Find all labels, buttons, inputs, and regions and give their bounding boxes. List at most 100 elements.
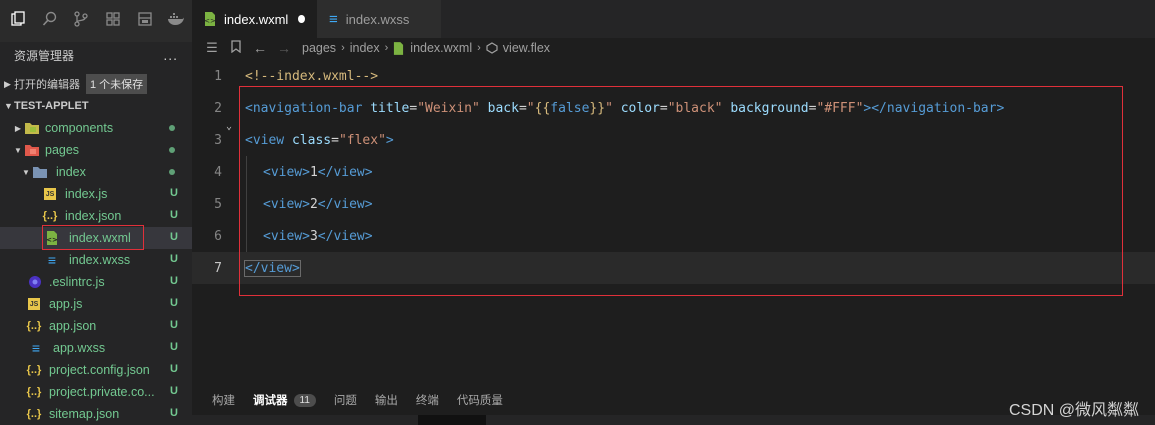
subtab-placeholder[interactable] [242, 415, 418, 425]
search-activity-button[interactable] [34, 6, 66, 36]
untracked-status: U [170, 253, 178, 265]
untracked-status: U [170, 341, 178, 353]
symbol-icon [486, 42, 498, 54]
cloud-activity-button[interactable] [129, 6, 161, 36]
tree-item-index-json[interactable]: {..} index.json U [0, 205, 192, 227]
extensions-activity-button[interactable] [97, 6, 129, 36]
tab-code-quality[interactable]: 代码质量 [457, 392, 503, 408]
svg-text:<>: <> [204, 17, 216, 25]
subtab-placeholder[interactable] [192, 415, 242, 425]
tree-item-label: pages [45, 143, 80, 157]
activity-bar [0, 0, 192, 42]
extensions-icon [105, 11, 121, 32]
json-file-icon: {..} [42, 210, 58, 222]
tab-index-wxss[interactable]: ≡ index.wxss [317, 0, 441, 38]
more-actions-button[interactable]: ... [163, 47, 178, 63]
tree-item-index-wxml[interactable]: <> index.wxml U [0, 225, 192, 250]
untracked-status: U [170, 385, 178, 397]
editor-area: <> index.wxml ≡ index.wxss ☰ ← → pages ›… [192, 0, 1155, 425]
fold-chevron-icon[interactable]: ⌄ [226, 121, 232, 132]
untracked-status: U [170, 187, 178, 199]
tree-item-eslintrc[interactable]: .eslintrc.js U [0, 271, 192, 293]
wxss-file-icon: ≡ [329, 10, 338, 28]
chevron-right-icon: ▶ [14, 123, 22, 133]
source-control-icon [73, 10, 89, 32]
line-number: 6 [214, 228, 222, 244]
chevron-right-icon: › [384, 42, 389, 54]
docker-activity-button[interactable] [160, 6, 192, 36]
tree-item-label: sitemap.json [49, 407, 120, 421]
line-number: 4 [214, 164, 222, 180]
breadcrumb-item[interactable]: index.wxml [410, 41, 472, 55]
tree-item-label: project.config.json [49, 363, 150, 377]
list-icon[interactable]: ☰ [200, 40, 224, 56]
js-file-icon: JS [28, 298, 40, 310]
tab-debugger[interactable]: 调试器 11 [253, 392, 316, 408]
modified-dot [169, 147, 175, 153]
tree-item-index-folder[interactable]: ▼ index [0, 161, 192, 183]
tab-index-wxml[interactable]: <> index.wxml [192, 0, 317, 38]
sidebar: 资源管理器 ... ▶ 打开的编辑器 1 个未保存 ▼ TEST-APPLET … [0, 0, 192, 425]
source-control-activity-button[interactable] [65, 6, 97, 36]
chevron-right-icon: › [477, 42, 481, 54]
project-name: TEST-APPLET [14, 100, 89, 112]
chevron-down-icon: ▼ [14, 145, 22, 155]
tab-build[interactable]: 构建 [212, 392, 235, 408]
project-section[interactable]: ▼ TEST-APPLET [0, 95, 192, 117]
tree-item-app-js[interactable]: JS app.js U [0, 293, 192, 315]
folder-open-icon [32, 164, 48, 180]
tree-item-label: components [45, 121, 114, 135]
breadcrumb-item[interactable]: index [350, 41, 380, 55]
chevron-down-icon: ▼ [4, 101, 13, 111]
modified-dot [169, 125, 175, 131]
tab-label: index.wxml [224, 11, 289, 27]
bookmark-icon[interactable] [224, 40, 248, 56]
files-icon [10, 10, 26, 32]
breadcrumb-item[interactable]: pages [302, 41, 336, 55]
editor-tabs: <> index.wxml ≡ index.wxss [192, 0, 1155, 38]
folder-open-icon [24, 142, 40, 158]
tree-item-index-js[interactable]: JS index.js U [0, 183, 192, 205]
tree-item-project-private[interactable]: {..} project.private.co... U [0, 381, 192, 403]
tab-terminal[interactable]: 终端 [416, 392, 439, 408]
folder-icon [24, 120, 40, 136]
json-file-icon: {..} [26, 364, 42, 376]
tree-item-label: app.json [49, 319, 97, 333]
count-badge: 11 [293, 393, 316, 407]
tree-item-label: app.wxss [53, 341, 106, 355]
subtab-active[interactable] [418, 415, 486, 425]
forward-arrow-icon[interactable]: → [272, 40, 296, 56]
tab-output[interactable]: 输出 [375, 392, 398, 408]
file-tree: ▶ components ▼ pages ▼ index JS index.js… [0, 117, 192, 425]
docker-icon [167, 11, 185, 32]
breadcrumb-item[interactable]: view.flex [503, 41, 550, 55]
wxss-file-icon: ≡ [31, 340, 41, 356]
explorer-title: 资源管理器 [14, 48, 75, 63]
tree-item-project-config[interactable]: {..} project.config.json U [0, 359, 192, 381]
untracked-status: U [170, 275, 178, 287]
json-file-icon: {..} [26, 408, 42, 420]
tree-item-components[interactable]: ▶ components [0, 117, 192, 139]
explorer-header: 资源管理器 ... [0, 42, 192, 68]
wxml-file-icon [393, 41, 404, 55]
tree-item-index-wxss[interactable]: ≡ index.wxss U [0, 249, 192, 271]
open-editors-label: 打开的编辑器 [14, 79, 80, 91]
tree-item-sitemap[interactable]: {..} sitemap.json U [0, 403, 192, 425]
tree-item-label: index.js [65, 187, 108, 201]
tree-item-app-json[interactable]: {..} app.json U [0, 315, 192, 337]
untracked-status: U [170, 407, 178, 419]
tree-item-pages[interactable]: ▼ pages [0, 139, 192, 161]
json-file-icon: {..} [26, 320, 42, 332]
unsaved-dot-icon[interactable] [298, 15, 305, 23]
back-arrow-icon[interactable]: ← [248, 40, 272, 56]
tab-label: 调试器 [253, 395, 288, 407]
watermark: CSDN @微风粼粼 [1008, 402, 1139, 419]
tab-problems[interactable]: 问题 [334, 392, 357, 408]
search-icon [42, 11, 58, 32]
line-number: 7 [214, 260, 222, 276]
explorer-activity-button[interactable] [2, 6, 34, 36]
wxss-file-icon: ≡ [47, 252, 57, 268]
open-editors-section[interactable]: ▶ 打开的编辑器 1 个未保存 [0, 73, 192, 95]
eslint-file-icon [27, 274, 43, 290]
tree-item-app-wxss[interactable]: ≡ app.wxss U [0, 337, 192, 359]
